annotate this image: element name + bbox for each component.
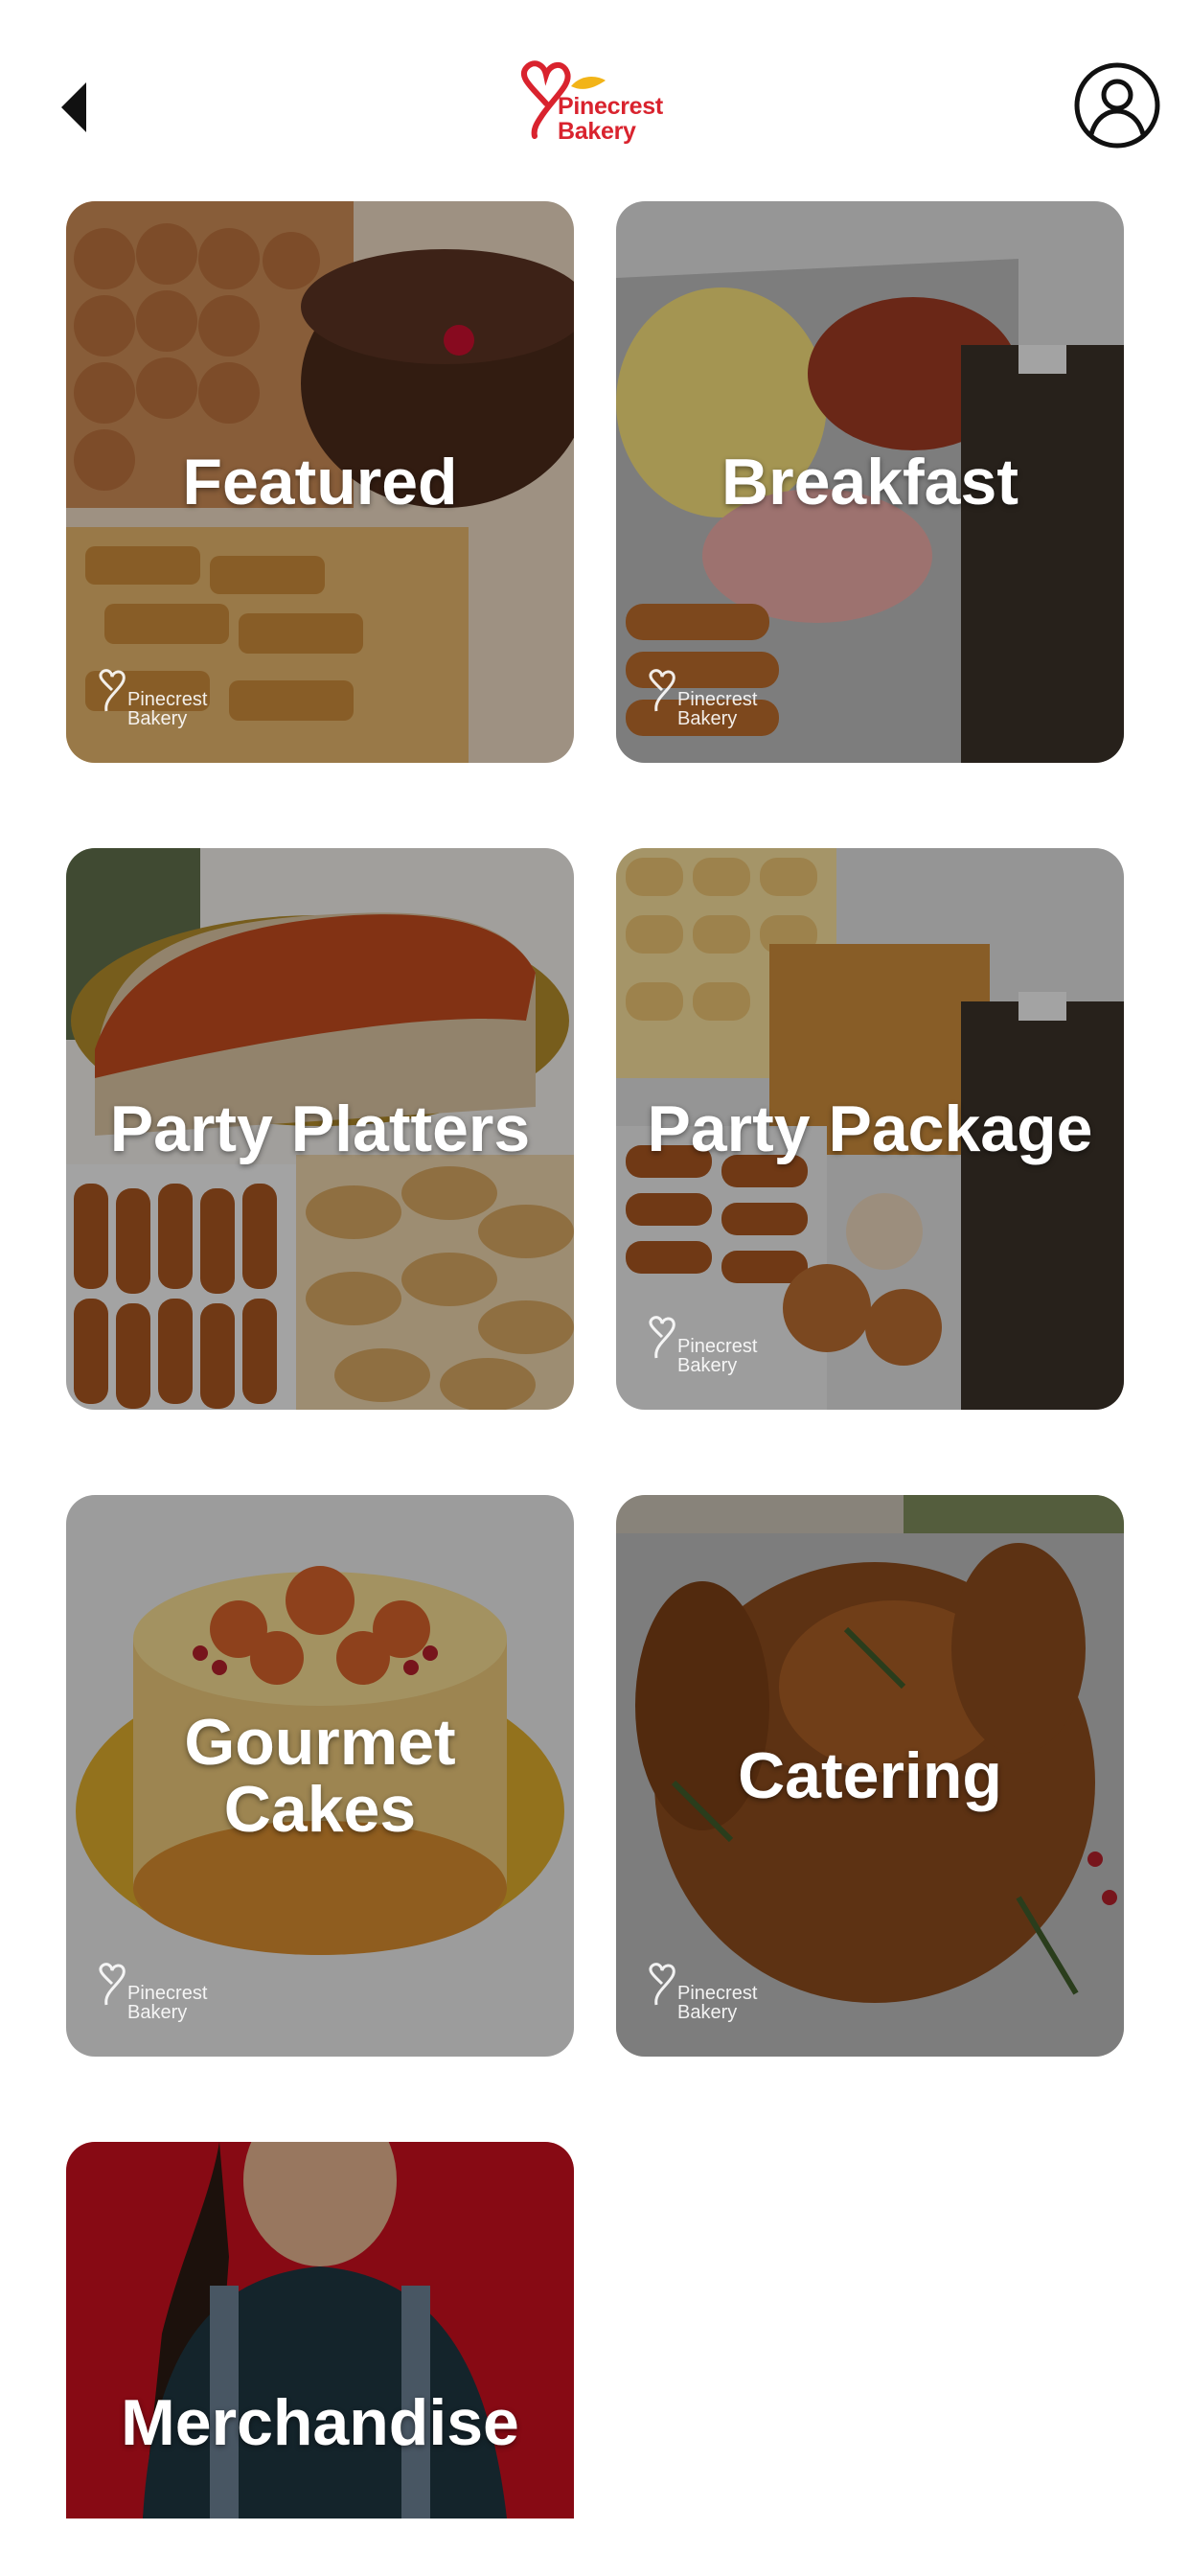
app-header: Pinecrest Bakery: [0, 0, 1190, 192]
watermark-text: Pinecrest Bakery: [677, 1984, 757, 2022]
category-label: Party Platters: [109, 1092, 531, 1165]
category-tile-breakfast[interactable]: Breakfast Pinecrest Bakery: [616, 201, 1124, 763]
category-tile-featured[interactable]: Featured Pinecrest Bakery: [66, 201, 574, 763]
category-label: Gourmet Cakes: [184, 1706, 456, 1846]
category-label: Breakfast: [721, 446, 1018, 518]
category-label: Featured: [182, 446, 458, 518]
category-label: Merchandise: [121, 2386, 519, 2459]
category-label: Catering: [738, 1739, 1002, 1812]
watermark-line-1: Pinecrest: [677, 1336, 758, 1357]
user-profile-icon: [1074, 62, 1160, 149]
category-tile-party-package[interactable]: Party Package Pinecrest Bakery: [616, 848, 1124, 1410]
watermark-line-1: Pinecrest: [677, 1983, 758, 2004]
watermark-logo: Pinecrest Bakery: [95, 669, 219, 736]
logo-line-1: Pinecrest: [558, 93, 663, 120]
pinecrest-logo: Pinecrest Bakery: [514, 59, 684, 159]
category-tile-party-platters[interactable]: Party Platters: [66, 848, 574, 1410]
logo-line-2: Bakery: [558, 118, 636, 145]
watermark-logo: Pinecrest Bakery: [645, 1316, 769, 1383]
watermark-logo: Pinecrest Bakery: [645, 1963, 769, 2030]
tile-overlay: [66, 2142, 574, 2518]
category-tile-catering[interactable]: Catering Pinecrest Bakery: [616, 1495, 1124, 2057]
category-tile-gourmet-cakes[interactable]: Gourmet Cakes Pinecrest Bakery: [66, 1495, 574, 2057]
logo-text: Pinecrest Bakery: [558, 94, 663, 144]
back-button[interactable]: [56, 77, 94, 138]
back-arrow-icon: [61, 82, 86, 132]
watermark-line-1: Pinecrest: [677, 689, 758, 710]
watermark-line-1: Pinecrest: [127, 1983, 208, 2004]
watermark-line-2: Bakery: [677, 708, 738, 729]
watermark-logo: Pinecrest Bakery: [95, 1963, 219, 2030]
category-label: Party Package: [647, 1092, 1093, 1165]
profile-button[interactable]: [1073, 61, 1161, 150]
watermark-text: Pinecrest Bakery: [677, 690, 757, 728]
watermark-text: Pinecrest Bakery: [127, 1984, 207, 2022]
watermark-logo: Pinecrest Bakery: [645, 669, 769, 736]
watermark-line-2: Bakery: [677, 1355, 738, 1376]
watermark-line-2: Bakery: [127, 708, 188, 729]
watermark-text: Pinecrest Bakery: [127, 690, 207, 728]
watermark-line-1: Pinecrest: [127, 689, 208, 710]
watermark-line-2: Bakery: [127, 2002, 188, 2023]
category-tile-merchandise[interactable]: Merchandise: [66, 2142, 574, 2518]
watermark-line-2: Bakery: [677, 2002, 738, 2023]
watermark-text: Pinecrest Bakery: [677, 1337, 757, 1375]
